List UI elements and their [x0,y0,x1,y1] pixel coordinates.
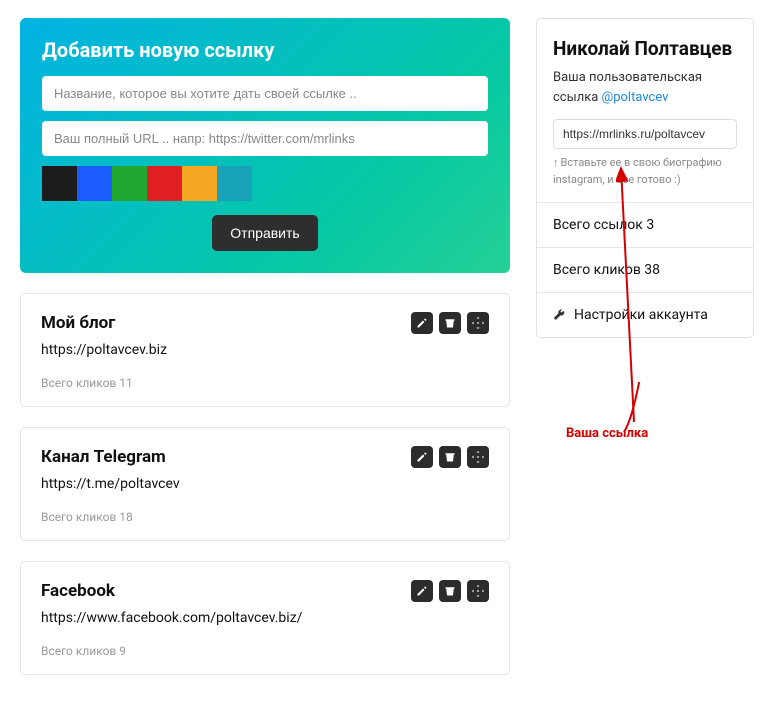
annotation-label: Ваша ссылка [566,426,648,441]
delete-button[interactable] [439,580,461,602]
color-picker [42,166,488,201]
link-card: Канал Telegram https://t.me/poltavcev Всег… [20,427,510,541]
move-button[interactable] [467,446,489,468]
profile-link-input[interactable] [553,119,737,149]
edit-button[interactable] [411,312,433,334]
link-clicks: Всего кликов 18 [41,510,489,524]
pencil-icon [416,585,428,597]
link-url: https://t.me/poltavcev [41,476,489,492]
account-settings-link[interactable]: Настройки аккаунта [537,292,753,337]
move-button[interactable] [467,312,489,334]
color-swatch[interactable] [182,166,217,201]
stat-total-links: Всего ссылок 3 [537,202,753,247]
move-icon [472,451,484,463]
form-title: Добавить новую ссылку [42,38,488,62]
profile-name: Николай Полтавцев [553,37,737,60]
profile-card: Николай Полтавцев Ваша пользовательская … [536,18,754,338]
wrench-icon [553,309,566,322]
color-swatch[interactable] [217,166,252,201]
pencil-icon [416,451,428,463]
link-url: https://poltavcev.biz [41,342,489,358]
stat-total-clicks: Всего кликов 38 [537,247,753,292]
arrow-up-icon: ↑ [553,156,559,169]
trash-icon [444,317,456,329]
move-button[interactable] [467,580,489,602]
delete-button[interactable] [439,312,461,334]
color-swatch[interactable] [147,166,182,201]
link-url-input[interactable] [42,121,488,156]
pencil-icon [416,317,428,329]
trash-icon [444,585,456,597]
trash-icon [444,451,456,463]
link-title: Facebook [41,581,115,601]
link-url: https://www.facebook.com/poltavcev.biz/ [41,610,489,626]
delete-button[interactable] [439,446,461,468]
profile-subtitle: Ваша пользовательская ссылка @poltavcev [553,68,737,107]
add-link-form: Добавить новую ссылку Отправить [20,18,510,273]
profile-hint: ↑Вставьте ее в свою биографию instagram,… [553,155,737,188]
link-name-input[interactable] [42,76,488,111]
edit-button[interactable] [411,580,433,602]
submit-button[interactable]: Отправить [212,215,317,251]
link-card: Facebook https://www.facebook.com/poltavc… [20,561,510,675]
profile-handle[interactable]: @poltavcev [602,90,669,105]
link-clicks: Всего кликов 11 [41,376,489,390]
move-icon [472,317,484,329]
move-icon [472,585,484,597]
color-swatch[interactable] [77,166,112,201]
link-clicks: Всего кликов 9 [41,644,489,658]
link-title: Мой блог [41,313,115,333]
color-swatch[interactable] [112,166,147,201]
edit-button[interactable] [411,446,433,468]
link-title: Канал Telegram [41,447,166,467]
color-swatch[interactable] [42,166,77,201]
link-card: Мой блог https://poltavcev.biz Всего клико… [20,293,510,407]
